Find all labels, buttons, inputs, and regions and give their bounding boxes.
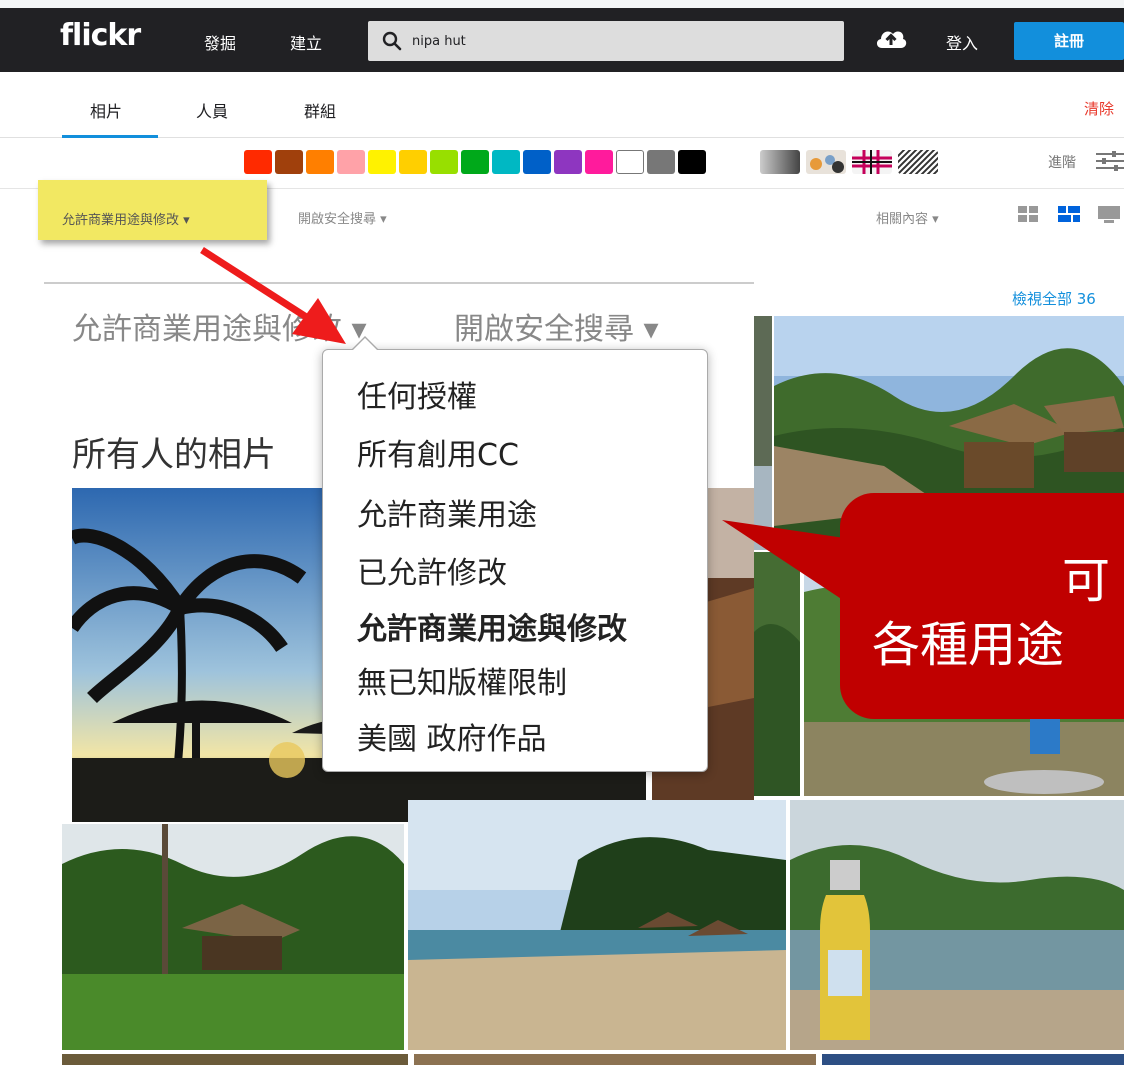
color-swatch[interactable] [554,150,582,174]
search-tabs: 相片 人員 群組 [0,72,1124,138]
nav-explore[interactable]: 發掘 [204,30,236,54]
view-all-link[interactable]: 檢視全部 36 [1012,288,1096,309]
license-option-modifications[interactable]: 已允許修改 [357,548,507,592]
callout-line-2: 各種用途 [872,617,1065,673]
color-swatch[interactable] [244,150,272,174]
style-filters [760,150,938,174]
sort-relevance-dropdown[interactable]: 相關內容 ▾ [876,208,939,227]
nav-create[interactable]: 建立 [290,30,322,54]
clear-filters-link[interactable]: 清除 [1084,98,1114,119]
license-dropdown-menu: 任何授權 所有創用CC 允許商業用途 已允許修改 允許商業用途與修改 無已知版權… [322,336,708,772]
shallow-focus-style-swatch[interactable] [806,150,846,174]
color-swatch[interactable] [306,150,334,174]
advanced-settings-icon[interactable] [1096,150,1124,172]
license-filter-highlight[interactable]: 允許商業用途與修改 ▾ [38,180,267,240]
safe-search-filter[interactable]: 開啟安全搜尋 ▾ [298,208,387,227]
callout-line-1: 可 [1062,553,1111,609]
grid-view-icon[interactable] [1018,206,1040,224]
justified-view-icon[interactable] [1058,206,1080,224]
tab-people[interactable]: 人員 [196,98,228,122]
license-option-no-restrictions[interactable]: 無已知版權限制 [357,658,567,702]
black-white-style-swatch[interactable] [760,150,800,174]
color-swatch[interactable] [368,150,396,174]
license-option-us-government[interactable]: 美國 政府作品 [357,714,547,758]
license-option-all-cc[interactable]: 所有創用CC [357,430,519,474]
license-option-commercial-modifications[interactable]: 允許商業用途與修改 [357,604,627,648]
color-swatch[interactable] [337,150,365,174]
photo-row-peek [62,1054,1124,1065]
top-bar: flickr 發掘 建立 登入 註冊 [0,0,1124,72]
annotation-callout: 可 各種用途 [840,493,1124,719]
zoomed-panel-top [44,264,754,284]
tab-groups[interactable]: 群組 [304,98,336,122]
callout-tail [722,520,858,610]
photo-thumbnail[interactable] [408,800,786,1050]
advanced-link[interactable]: 進階 [1048,152,1076,172]
safe-search-filter-zoomed[interactable]: 開啟安全搜尋 ▾ [454,304,659,348]
license-option-commercial[interactable]: 允許商業用途 [357,490,537,534]
license-filter[interactable]: 允許商業用途與修改 ▾ [62,209,190,228]
login-link[interactable]: 登入 [946,30,978,54]
pattern-style-swatch[interactable] [898,150,938,174]
upload-cloud-icon[interactable] [874,24,908,50]
tab-photos[interactable]: 相片 [90,98,122,122]
everyone-photos-heading: 所有人的相片 [72,435,276,475]
photo-thumbnail[interactable] [790,800,1124,1050]
signup-button[interactable]: 註冊 [1014,22,1124,60]
color-swatch[interactable] [647,150,675,174]
color-swatch[interactable] [678,150,706,174]
color-swatch[interactable] [399,150,427,174]
flickr-logo[interactable]: flickr [60,18,141,53]
active-tab-indicator [62,135,158,138]
color-swatch[interactable] [616,150,644,174]
search-box[interactable] [368,21,844,61]
color-swatch[interactable] [461,150,489,174]
dropdown-caret-fill [352,338,378,351]
search-input[interactable] [412,29,812,53]
minimalist-style-swatch[interactable] [852,150,892,174]
color-swatch[interactable] [275,150,303,174]
browser-edge [0,0,1124,8]
color-swatch[interactable] [430,150,458,174]
color-swatch[interactable] [523,150,551,174]
license-option-any[interactable]: 任何授權 [357,372,477,416]
detail-view-icon[interactable] [1098,206,1120,224]
annotation-arrow [200,247,346,344]
color-swatch[interactable] [585,150,613,174]
color-swatch[interactable] [492,150,520,174]
search-icon [382,31,402,51]
photo-thumbnail[interactable] [62,824,404,1050]
